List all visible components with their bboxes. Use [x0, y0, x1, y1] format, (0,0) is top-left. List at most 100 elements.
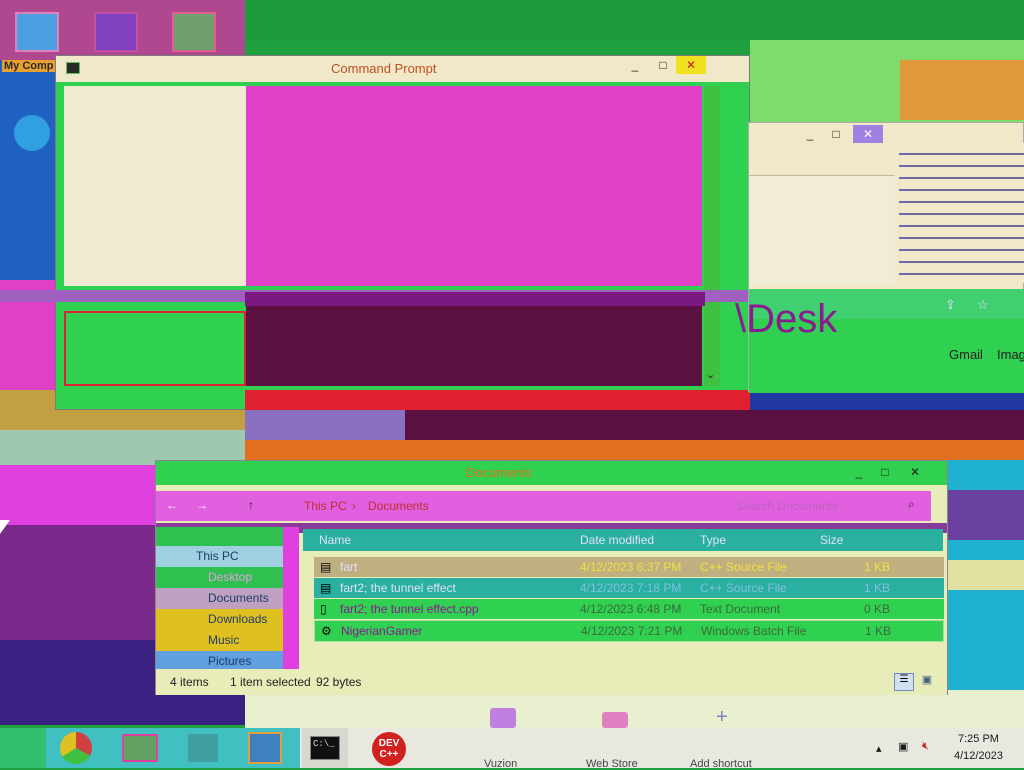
file-row[interactable]: ▤ fart2; the tunnel effect 4/12/2023 7:1… [314, 578, 944, 598]
bg-band [245, 0, 1024, 40]
file-size: 1 KB [864, 560, 891, 574]
volume-muted-icon[interactable]: 🔇︎ [922, 740, 929, 753]
cmd-icon: C:\_ [310, 736, 340, 760]
file-type: C++ Source File [700, 560, 787, 574]
bg-band [948, 560, 1024, 590]
file-name: fart2; the tunnel effect.cpp [340, 602, 479, 616]
column-header-date[interactable]: Date modified [580, 533, 654, 547]
file-name: fart2; the tunnel effect [340, 581, 456, 595]
forward-arrow-icon[interactable]: → [196, 498, 208, 512]
bg-band [750, 390, 1024, 410]
edge-icon[interactable] [14, 115, 50, 151]
file-type: Windows Batch File [701, 624, 807, 638]
shortcut-webstore-icon[interactable] [602, 712, 628, 728]
cmd-window: Command Prompt _ □ ✕ ⌄ [55, 55, 750, 410]
cmd-taskbar-icon[interactable]: C:\_ [302, 728, 348, 768]
file-type: Text Document [700, 602, 781, 616]
minimize-button[interactable]: _ [797, 125, 823, 143]
file-size: 1 KB [864, 581, 891, 595]
images-link[interactable]: Imag [997, 347, 1024, 362]
navigation-pane: This PC Desktop Documents Downloads Musi… [156, 527, 299, 672]
my-computer-label: My Comp [2, 60, 56, 72]
file-row[interactable]: ▯ fart2; the tunnel effect.cpp 4/12/2023… [314, 599, 944, 619]
cmd-titlebar[interactable]: Command Prompt _ □ ✕ [56, 56, 749, 82]
minimize-button[interactable]: _ [622, 56, 648, 74]
desktop-icon[interactable] [94, 12, 138, 52]
cpp-file-icon: ▤ [320, 581, 332, 595]
details-view-icon[interactable]: ☰ [894, 673, 914, 691]
column-header-name[interactable]: Name [319, 533, 351, 547]
column-header-size[interactable]: Size [820, 533, 843, 547]
add-shortcut-icon[interactable]: + [716, 706, 728, 729]
desktop-icon[interactable] [172, 12, 216, 52]
up-arrow-icon[interactable]: ↑ [248, 498, 254, 512]
nav-scrollbar[interactable] [283, 527, 299, 669]
nav-item-documents[interactable]: Documents [156, 588, 299, 609]
back-arrow-icon[interactable]: ← [166, 498, 178, 512]
start-button[interactable] [0, 728, 46, 768]
browser-window: _ □ ✕ \Desk Gmail Imag ⇪ ☆ [735, 122, 1024, 393]
cpp-file-icon: ▤ [320, 560, 332, 574]
close-button[interactable]: ✕ [853, 125, 883, 143]
explorer-titlebar[interactable]: Documents _ □ ✕ [156, 461, 947, 485]
status-selected: 1 item selected [230, 675, 311, 689]
shortcut-label-vuzion: Vuzion [484, 758, 518, 770]
stacked-window-edges [899, 143, 1024, 283]
clock-date[interactable]: 4/12/2023 [954, 750, 1003, 762]
chevron-up-icon[interactable]: ▴ [876, 742, 882, 755]
cmd-scrollbar[interactable] [704, 86, 720, 386]
file-date: 4/12/2023 6:37 PM [580, 560, 682, 574]
address-bar[interactable]: ← → ↑ This PC › Documents Search Documen… [156, 491, 931, 521]
file-row[interactable]: ▤ fart 4/12/2023 6:37 PM C++ Source File… [314, 557, 944, 577]
gmail-link[interactable]: Gmail [949, 347, 983, 362]
bg-band [245, 410, 405, 440]
text-file-icon: ▯ [320, 602, 327, 616]
breadcrumb-documents[interactable]: Documents [368, 499, 429, 513]
close-button[interactable]: ✕ [902, 463, 928, 481]
explorer-window: Documents _ □ ✕ ← → ↑ This PC › Document… [155, 460, 948, 695]
app-taskbar-icon[interactable] [248, 732, 282, 764]
nav-item-downloads[interactable]: Downloads [156, 609, 299, 630]
shortcut-label-webstore: Web Store [586, 758, 638, 770]
maximize-button[interactable]: □ [650, 56, 676, 74]
cmd-console-left [64, 86, 246, 286]
share-icon[interactable]: ⇪ [945, 297, 956, 313]
bg-band [0, 465, 160, 525]
mouse-cursor-icon [0, 520, 10, 534]
nav-item-music[interactable]: Music [156, 630, 299, 651]
maximize-button[interactable]: □ [872, 463, 898, 481]
cmd-icon [66, 62, 80, 74]
minimize-button[interactable]: _ [846, 463, 872, 481]
nav-item-this-pc[interactable]: This PC [156, 546, 299, 567]
glitch-strip [245, 390, 750, 410]
path-fragment: \Desk [735, 297, 838, 341]
cmd-console-lower-left [64, 311, 246, 386]
file-explorer-taskbar-icon[interactable] [122, 734, 158, 762]
breadcrumb-this-pc[interactable]: This PC [304, 499, 347, 513]
devcpp-taskbar-icon[interactable]: DEV C++ [372, 732, 406, 766]
column-header-type[interactable]: Type [700, 533, 726, 547]
nav-item-desktop[interactable]: Desktop [156, 567, 299, 588]
large-icons-view-icon[interactable]: ▣ [918, 673, 936, 691]
store-taskbar-icon[interactable] [188, 734, 218, 762]
bg-band [900, 60, 1024, 120]
network-icon[interactable]: ▣ [898, 740, 908, 753]
chevron-down-icon[interactable]: ⌄ [706, 368, 715, 381]
bg-band [245, 440, 1024, 462]
search-input[interactable]: Search Documents [736, 499, 838, 513]
explorer-title: Documents [466, 465, 532, 480]
file-row[interactable]: ⚙ NigerianGamer 4/12/2023 7:21 PM Window… [314, 620, 944, 642]
search-icon[interactable]: ⌕ [908, 497, 915, 512]
glitch-strip [245, 292, 705, 306]
star-icon[interactable]: ☆ [977, 297, 989, 313]
desktop-icon[interactable] [15, 12, 59, 52]
status-size: 92 bytes [316, 675, 362, 689]
maximize-button[interactable]: □ [823, 125, 849, 143]
chrome-icon[interactable] [60, 732, 92, 764]
file-name: fart [340, 560, 358, 574]
file-date: 4/12/2023 6:48 PM [580, 602, 682, 616]
clock-time[interactable]: 7:25 PM [958, 733, 999, 745]
file-date: 4/12/2023 7:18 PM [580, 581, 682, 595]
shortcut-vuzion-icon[interactable] [490, 708, 516, 728]
close-button[interactable]: ✕ [676, 56, 706, 74]
